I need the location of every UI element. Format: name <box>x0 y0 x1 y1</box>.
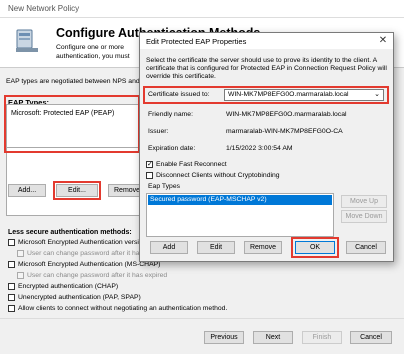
checkbox <box>17 272 24 279</box>
checkbox <box>17 250 24 257</box>
network-policy-icon <box>16 29 38 52</box>
disconnect-crypto-option[interactable]: Disconnect Clients without Cryptobinding <box>146 172 280 179</box>
dialog-edit-button[interactable]: Edit <box>197 241 235 254</box>
move-up-button: Move Up <box>341 195 387 208</box>
checkbox[interactable] <box>8 305 15 312</box>
move-down-button: Move Down <box>341 210 387 223</box>
dialog-cancel-button[interactable]: Cancel <box>346 241 386 254</box>
intro-text: EAP types are negotiated between NPS and… <box>6 78 140 85</box>
checkbox[interactable] <box>8 261 15 268</box>
expiration-value: 1/15/2022 3:00:54 AM <box>226 145 293 152</box>
close-icon[interactable]: ✕ <box>377 35 389 47</box>
option-no-negotiation[interactable]: Allow clients to connect without negotia… <box>8 305 227 312</box>
highlight-certificate <box>143 86 389 104</box>
checkbox[interactable] <box>8 294 15 301</box>
checkbox[interactable] <box>8 283 15 290</box>
previous-button[interactable]: Previous <box>204 331 244 344</box>
eap-types-sub-label: Eap Types <box>148 183 180 190</box>
friendly-name-label: Friendly name: <box>148 111 193 118</box>
separator <box>0 318 404 319</box>
dialog-title: Edit Protected EAP Properties <box>146 37 247 46</box>
option-pap[interactable]: Unencrypted authentication (PAP, SPAP) <box>8 294 141 301</box>
dialog-titlebar: Edit Protected EAP Properties ✕ <box>140 33 393 49</box>
window-titlebar: New Network Policy <box>0 0 404 18</box>
dialog-add-button[interactable]: Add <box>150 241 188 254</box>
inner-eap-list[interactable]: Secured password (EAP-MSCHAP v2) <box>146 193 334 237</box>
less-secure-label: Less secure authentication methods: <box>8 229 132 236</box>
issuer-label: Issuer: <box>148 128 169 135</box>
friendly-name-value: WIN-MK7MP8EFG0O.marmaralab.local <box>226 111 347 118</box>
dialog-remove-button[interactable]: Remove <box>244 241 282 254</box>
add-eap-button[interactable]: Add... <box>8 184 46 197</box>
finish-button: Finish <box>302 331 342 344</box>
expiration-label: Expiration date: <box>148 145 196 152</box>
issuer-value: marmaralab-WIN-MK7MP8EFG0O-CA <box>226 128 343 135</box>
highlight-eap-types <box>4 95 140 153</box>
fast-reconnect-option[interactable]: Enable Fast Reconnect <box>146 161 227 168</box>
option-mschap-change-password: User can change password after it has ex… <box>17 272 167 279</box>
option-chap[interactable]: Encrypted authentication (CHAP) <box>8 283 118 290</box>
list-item[interactable]: Secured password (EAP-MSCHAP v2) <box>148 195 332 205</box>
next-button[interactable]: Next <box>253 331 293 344</box>
remove-eap-button[interactable]: Remove <box>108 184 142 197</box>
option-mschap[interactable]: Microsoft Encrypted Authentication (MS-C… <box>8 261 160 268</box>
cancel-button[interactable]: Cancel <box>350 331 392 344</box>
highlight-ok-button <box>291 237 339 258</box>
checkbox[interactable] <box>146 172 153 179</box>
checkbox[interactable] <box>8 239 15 246</box>
edit-peap-dialog: Edit Protected EAP Properties ✕ Select t… <box>139 32 394 262</box>
highlight-edit-button <box>53 181 101 200</box>
dialog-description: Select the certificate the server should… <box>146 57 387 80</box>
checkbox[interactable] <box>146 161 153 168</box>
window-title: New Network Policy <box>8 4 80 13</box>
page-description: Configure one or more authentication, yo… <box>56 44 130 60</box>
